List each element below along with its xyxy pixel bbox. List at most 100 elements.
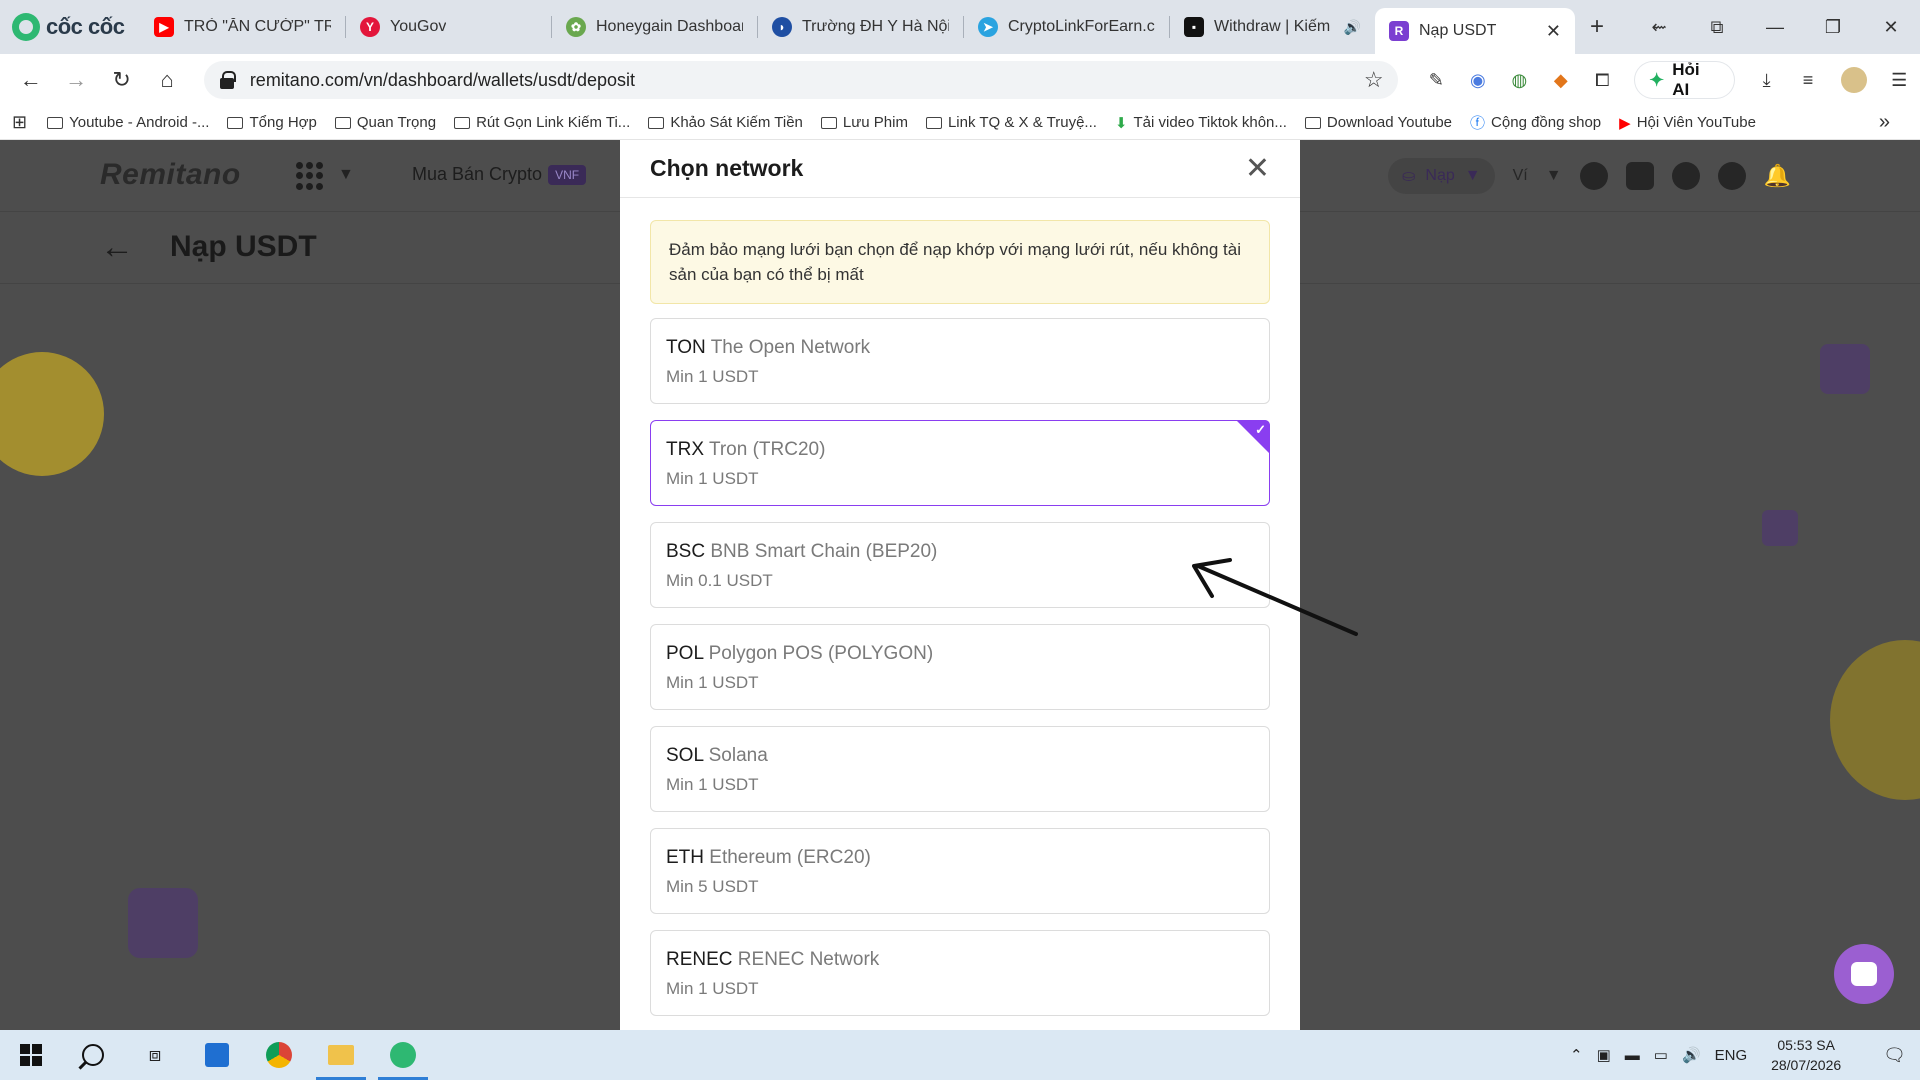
home-icon[interactable]: ⌂ [144, 67, 189, 93]
download-app-icon[interactable] [1717, 162, 1746, 190]
taskbar-search-button[interactable] [62, 1030, 124, 1080]
close-icon[interactable]: ✕ [1245, 153, 1270, 184]
bell-icon[interactable]: 🔔 [1764, 163, 1791, 189]
volume-icon[interactable]: 🔊 [1682, 1046, 1701, 1064]
taskbar-coccoc[interactable] [372, 1030, 434, 1080]
tab-cryptolink[interactable]: ➤ CryptoLinkForEarn.co [964, 7, 1169, 47]
apps-menu-icon[interactable] [296, 162, 324, 190]
lock-icon[interactable] [219, 71, 236, 89]
search-icon [82, 1044, 104, 1066]
bookmark-item[interactable]: ▶ Hội Viên YouTube [1619, 114, 1756, 132]
deposit-menu-button[interactable]: ⛀ Nạp ▼ [1388, 158, 1495, 194]
chat-support-button[interactable] [1834, 944, 1894, 1004]
new-tab-button[interactable]: + [1575, 13, 1619, 41]
tab-yougov[interactable]: Y YouGov [346, 7, 551, 47]
profile-avatar[interactable] [1840, 67, 1867, 93]
feather-extension-icon[interactable]: ✎ [1416, 70, 1458, 91]
extensions-puzzle-icon[interactable]: ⧠ [1582, 70, 1624, 91]
bookmark-item[interactable]: Download Youtube [1304, 114, 1452, 131]
network-min-deposit: Min 1 USDT [666, 673, 759, 692]
tab-withdraw[interactable]: ▪ Withdraw | Kiếm t 🔊 [1170, 7, 1375, 47]
network-option-renec[interactable]: RENEC RENEC Network Min 1 USDT [650, 930, 1270, 1016]
globe-icon[interactable] [1671, 162, 1700, 190]
network-min-deposit: Min 1 USDT [666, 367, 759, 386]
network-name: The Open Network [710, 337, 871, 358]
folder-icon [47, 116, 64, 129]
language-indicator[interactable]: ENG [1715, 1047, 1748, 1064]
network-option-eth[interactable]: ETH Ethereum (ERC20) Min 5 USDT [650, 828, 1270, 914]
network-option-bsc[interactable]: BSC BNB Smart Chain (BEP20) Min 0.1 USDT [650, 522, 1270, 608]
speaker-icon[interactable]: 🔊 [1344, 19, 1361, 36]
bookmark-star-icon[interactable]: ☆ [1364, 67, 1384, 93]
youtube-icon: ▶ [1619, 114, 1631, 132]
monitor-icon[interactable]: ▭ [1654, 1046, 1668, 1064]
chevron-down-icon[interactable]: ▼ [1546, 167, 1562, 185]
bookmark-item[interactable]: ⬇ Tải video Tiktok khôn... [1115, 114, 1287, 132]
browser-brand: cốc cốc [0, 0, 140, 54]
bookmark-item[interactable]: Quan Trọng [334, 114, 436, 131]
apps-grid-icon[interactable]: ⊞ [12, 112, 27, 133]
start-button[interactable] [0, 1030, 62, 1080]
globe-extension-icon[interactable]: ◍ [1499, 70, 1541, 91]
menu-icon[interactable]: ☰ [1879, 70, 1920, 91]
ask-ai-button[interactable]: ✦ Hỏi AI [1635, 60, 1734, 99]
chevron-down-icon[interactable]: ▼ [338, 166, 354, 184]
folder-icon [925, 116, 942, 129]
more-bookmarks-icon[interactable]: » [1879, 111, 1890, 134]
bookmark-item[interactable]: Youtube - Android -... [47, 114, 209, 131]
close-tab-icon[interactable]: ✕ [1546, 21, 1561, 42]
tab-nap-usdt[interactable]: R Nạp USDT ✕ [1375, 8, 1575, 54]
bookmark-item[interactable]: Tổng Hợp [227, 114, 317, 131]
modal-header: Chọn network ✕ [620, 140, 1300, 198]
bookmark-item[interactable]: Khảo Sát Kiếm Tiền [648, 114, 803, 131]
bookmark-item[interactable]: Lưu Phim [820, 114, 908, 131]
remitano-logo[interactable]: Remitano [100, 158, 241, 192]
back-arrow-icon[interactable]: ← [100, 228, 134, 267]
close-window-icon[interactable]: ✕ [1862, 17, 1920, 38]
page-content: Remitano ▼ Mua Bán Crypto VNF ⛀ Nạp ▼ Ví… [0, 140, 1920, 1030]
notification-icon[interactable]: 🗨 [1883, 1045, 1906, 1066]
lens-extension-icon[interactable]: ◉ [1457, 70, 1499, 91]
network-option-ton[interactable]: TON The Open Network Min 1 USDT [650, 318, 1270, 404]
taskbar-store[interactable] [186, 1030, 248, 1080]
url-text[interactable]: remitano.com/vn/dashboard/wallets/usdt/d… [250, 70, 635, 91]
download-icon[interactable]: ⤓ [1746, 70, 1788, 91]
network-code: ETH [666, 847, 704, 868]
back-icon[interactable]: ← [8, 67, 53, 93]
tab-history-icon[interactable]: ⇜ [1630, 17, 1688, 38]
taskbar-file-explorer[interactable] [310, 1030, 372, 1080]
buy-crypto-menu[interactable]: Mua Bán Crypto VNF [412, 164, 587, 185]
network-option-trx[interactable]: TRX Tron (TRC20) Min 1 USDT ✓ [650, 420, 1270, 506]
tab-honeygain[interactable]: ✿ Honeygain Dashboar [552, 7, 757, 47]
chevron-up-icon[interactable]: ⌃ [1570, 1046, 1583, 1064]
metamask-icon[interactable]: ◆ [1540, 70, 1582, 91]
forward-icon[interactable]: → [53, 67, 98, 93]
network-option-sol[interactable]: SOL Solana Min 1 USDT [650, 726, 1270, 812]
tab-university[interactable]: ◗ Trường ĐH Y Hà Nội [758, 7, 963, 47]
deposit-menu-label: Nạp [1425, 167, 1455, 184]
restore-icon[interactable]: ❐ [1804, 17, 1862, 38]
bookmark-item[interactable]: Link TQ & X & Truyệ... [925, 114, 1097, 131]
tab-label: Honeygain Dashboar [596, 18, 743, 35]
address-bar[interactable]: remitano.com/vn/dashboard/wallets/usdt/d… [203, 61, 1398, 99]
tab-search-icon[interactable]: ⧉ [1688, 17, 1746, 38]
page-title: Nạp USDT [170, 230, 317, 263]
taskbar-chrome[interactable] [248, 1030, 310, 1080]
tab-youtube-video[interactable]: ▶ TRÒ "ĂN CƯỚP" TRẮ [140, 7, 345, 47]
network-device-icon[interactable]: ▣ [1597, 1046, 1611, 1064]
bookmark-item[interactable]: ⓕ Cộng đồng shop [1470, 112, 1601, 133]
university-icon: ◗ [772, 17, 792, 37]
network-option-pol[interactable]: POL Polygon POS (POLYGON) Min 1 USDT [650, 624, 1270, 710]
network-name: Polygon POS (POLYGON) [708, 643, 934, 664]
tab-label: YouGov [390, 18, 447, 35]
add-account-icon[interactable] [1625, 162, 1654, 190]
battery-icon[interactable]: ▬ [1625, 1047, 1640, 1064]
wallet-menu-label[interactable]: Ví [1513, 167, 1528, 185]
task-view-button[interactable]: ⧈ [124, 1030, 186, 1080]
media-control-icon[interactable]: ≡ [1787, 70, 1829, 91]
clock[interactable]: 05:53 SA 28/07/2026 [1761, 1035, 1851, 1075]
user-icon[interactable] [1579, 162, 1608, 190]
reload-icon[interactable]: ↻ [99, 67, 144, 93]
minimize-icon[interactable]: — [1746, 17, 1804, 38]
bookmark-item[interactable]: Rút Gọn Link Kiếm Ti... [454, 114, 630, 131]
